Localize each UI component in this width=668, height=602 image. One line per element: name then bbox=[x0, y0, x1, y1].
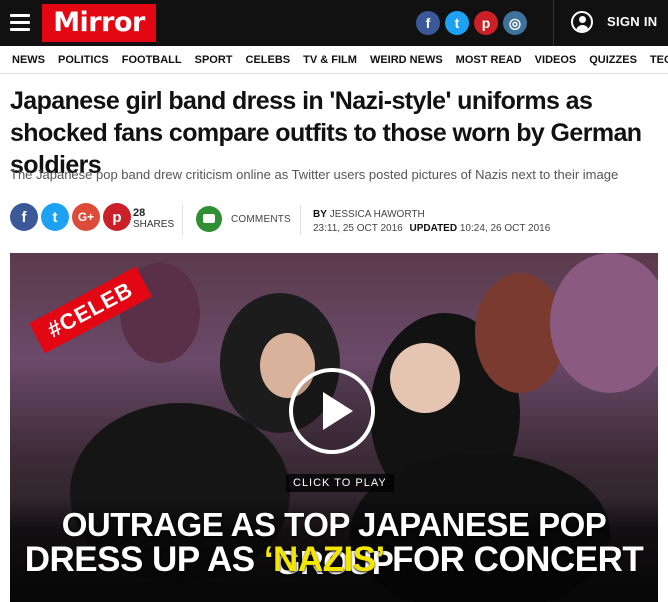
nav-item-football[interactable]: FOOTBALL bbox=[122, 54, 182, 66]
header-divider bbox=[553, 0, 554, 46]
share-count-label: SHARES bbox=[133, 219, 175, 230]
header-social-links: f t p ◎ bbox=[416, 11, 527, 35]
pinterest-share-icon[interactable]: p bbox=[103, 203, 131, 231]
article-subhead: The Japanese pop band drew criticism onl… bbox=[10, 167, 619, 182]
share-count-number: 28 bbox=[133, 207, 146, 219]
nav-item-weird-news[interactable]: WEIRD NEWS bbox=[370, 54, 443, 66]
sign-in-link[interactable]: SIGN IN bbox=[607, 14, 658, 29]
googleplus-share-icon[interactable]: G+ bbox=[72, 203, 100, 231]
published-date: 23:11, 25 OCT 2016 bbox=[313, 223, 403, 234]
pinterest-icon[interactable]: p bbox=[474, 11, 498, 35]
twitter-icon[interactable]: t bbox=[445, 11, 469, 35]
user-icon[interactable] bbox=[571, 11, 593, 33]
nav-item-tv-film[interactable]: TV & FILM bbox=[303, 54, 357, 66]
share-count: 28 SHARES bbox=[133, 207, 174, 231]
play-icon[interactable] bbox=[289, 368, 375, 454]
caption-highlight: ‘NAZIS’ bbox=[263, 540, 384, 579]
facebook-share-icon[interactable]: f bbox=[10, 203, 38, 231]
nav-item-videos[interactable]: VIDEOS bbox=[535, 54, 577, 66]
caption-text: DRESS UP AS bbox=[24, 540, 264, 579]
celeb-badge-wrap: #CELEB bbox=[10, 253, 170, 413]
facebook-icon[interactable]: f bbox=[416, 11, 440, 35]
mirror-logo[interactable]: Mirror bbox=[42, 4, 156, 42]
divider bbox=[300, 205, 301, 235]
video-player[interactable]: #CELEB CLICK TO PLAY OUTRAGE AS TOP JAPA… bbox=[10, 253, 658, 602]
section-nav: NEWS POLITICS FOOTBALL SPORT CELEBS TV &… bbox=[0, 46, 668, 74]
updated-label: UPDATED bbox=[409, 223, 458, 234]
updated-date: 10:24, 26 OCT 2016 bbox=[459, 223, 551, 234]
celeb-badge: #CELEB bbox=[29, 266, 152, 354]
nav-item-sport[interactable]: SPORT bbox=[195, 54, 233, 66]
instagram-icon[interactable]: ◎ bbox=[503, 11, 527, 35]
click-to-play-label[interactable]: CLICK TO PLAY bbox=[286, 474, 394, 492]
nav-item-quizzes[interactable]: QUIZZES bbox=[589, 54, 637, 66]
nav-item-news[interactable]: NEWS bbox=[12, 54, 45, 66]
byline-author[interactable]: JESSICA HAWORTH bbox=[330, 209, 425, 220]
nav-item-politics[interactable]: POLITICS bbox=[58, 54, 109, 66]
caption-text: FOR CONCERT bbox=[382, 540, 644, 579]
comments-link[interactable]: COMMENTS bbox=[231, 214, 291, 225]
share-buttons: f t G+ p bbox=[10, 203, 131, 231]
nav-item-most-read[interactable]: MOST READ bbox=[456, 54, 522, 66]
byline-by: BY bbox=[313, 209, 327, 220]
divider bbox=[182, 205, 183, 235]
top-bar: Mirror f t p ◎ SIGN IN bbox=[0, 0, 668, 46]
comments-icon[interactable] bbox=[196, 206, 222, 232]
nav-item-technology[interactable]: TECHNOLOGY bbox=[650, 54, 668, 66]
hamburger-menu-icon[interactable] bbox=[10, 14, 30, 32]
byline: BY JESSICA HAWORTH 23:11, 25 OCT 2016 UP… bbox=[313, 208, 550, 236]
twitter-share-icon[interactable]: t bbox=[41, 203, 69, 231]
nav-item-celebs[interactable]: CELEBS bbox=[246, 54, 291, 66]
video-caption-line2: DRESS UP AS ‘NAZIS’ FOR CONCERT bbox=[10, 540, 658, 580]
